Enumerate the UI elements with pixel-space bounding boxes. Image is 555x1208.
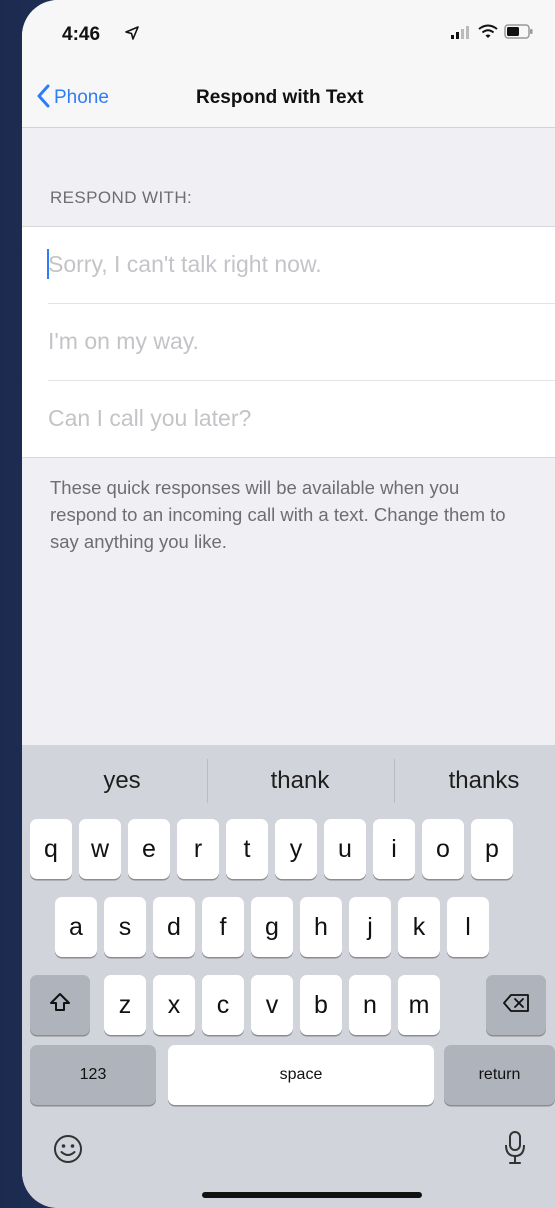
wifi-icon (478, 24, 498, 44)
response-placeholder-1: Sorry, I can't talk right now. (48, 251, 322, 277)
microphone-icon[interactable] (504, 1130, 526, 1171)
return-key[interactable]: return (444, 1045, 555, 1105)
shift-icon (49, 991, 71, 1020)
key-h[interactable]: h (300, 897, 342, 957)
key-i[interactable]: i (373, 819, 415, 879)
location-arrow-icon (125, 26, 139, 45)
key-n[interactable]: n (349, 975, 391, 1035)
key-a[interactable]: a (55, 897, 97, 957)
numbers-key[interactable]: 123 (30, 1045, 156, 1105)
key-t[interactable]: t (226, 819, 268, 879)
key-z[interactable]: z (104, 975, 146, 1035)
status-bar: 4:46 (22, 0, 555, 66)
key-j[interactable]: j (349, 897, 391, 957)
responses-group: Sorry, I can't talk right now. I'm on my… (22, 226, 555, 458)
navigation-bar: Phone Respond with Text (22, 66, 555, 128)
response-field-2[interactable]: I'm on my way. (48, 304, 555, 381)
key-c[interactable]: c (202, 975, 244, 1035)
status-icons (450, 24, 534, 44)
emoji-icon[interactable] (52, 1133, 84, 1170)
response-field-1[interactable]: Sorry, I can't talk right now. (47, 227, 555, 304)
response-placeholder-3: Can I call you later? (48, 405, 252, 431)
space-key[interactable]: space (168, 1045, 434, 1105)
key-x[interactable]: x (153, 975, 195, 1035)
key-w[interactable]: w (79, 819, 121, 879)
signal-icon (450, 25, 472, 44)
suggestion-2[interactable]: thank (220, 767, 380, 795)
suggestion-divider (207, 759, 208, 803)
back-chevron-icon (36, 84, 50, 113)
key-g[interactable]: g (251, 897, 293, 957)
battery-icon (504, 24, 534, 44)
suggestion-3[interactable]: thanks (404, 767, 555, 795)
keyboard: yes thank thanks q w e r t y u i o p a s… (22, 745, 555, 1208)
key-y[interactable]: y (275, 819, 317, 879)
delete-icon (502, 991, 530, 1020)
key-p[interactable]: p (471, 819, 513, 879)
back-button[interactable]: Phone (36, 84, 109, 112)
suggestion-bar: yes thank thanks (22, 745, 555, 819)
key-s[interactable]: s (104, 897, 146, 957)
suggestion-divider (394, 759, 395, 803)
key-l[interactable]: l (447, 897, 489, 957)
back-button-label: Phone (54, 87, 109, 108)
footer-description: These quick responses will be available … (50, 477, 506, 552)
response-field-3[interactable]: Can I call you later? (48, 381, 555, 458)
suggestion-1[interactable]: yes (42, 767, 202, 795)
key-r[interactable]: r (177, 819, 219, 879)
key-u[interactable]: u (324, 819, 366, 879)
page-title: Respond with Text (196, 87, 364, 108)
key-b[interactable]: b (300, 975, 342, 1035)
delete-key[interactable] (486, 975, 546, 1035)
key-d[interactable]: d (153, 897, 195, 957)
section-header: RESPOND WITH: (50, 188, 193, 207)
key-e[interactable]: e (128, 819, 170, 879)
phone-screen: 4:46 Phone Respond with Text RESPOND WIT… (22, 0, 555, 1208)
key-k[interactable]: k (398, 897, 440, 957)
key-q[interactable]: q (30, 819, 72, 879)
home-indicator (202, 1192, 422, 1198)
response-placeholder-2: I'm on my way. (48, 328, 199, 354)
key-m[interactable]: m (398, 975, 440, 1035)
status-time: 4:46 (62, 24, 101, 45)
shift-key[interactable] (30, 975, 90, 1035)
key-o[interactable]: o (422, 819, 464, 879)
key-f[interactable]: f (202, 897, 244, 957)
key-v[interactable]: v (251, 975, 293, 1035)
